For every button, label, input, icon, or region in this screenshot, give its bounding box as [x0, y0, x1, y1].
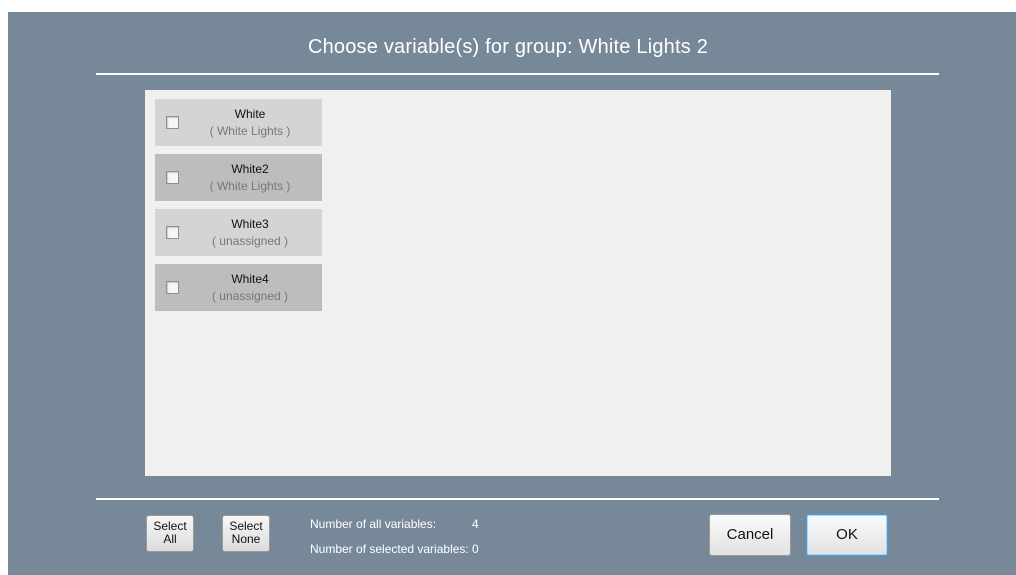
variable-name: White4	[231, 272, 269, 286]
variable-chooser-dialog: Choose variable(s) for group: White Ligh…	[8, 12, 1016, 575]
footer-divider	[96, 498, 939, 500]
all-variables-label: Number of all variables:	[310, 517, 437, 531]
variable-checkbox[interactable]	[166, 281, 179, 294]
variable-item-white2[interactable]: White2 ( White Lights )	[155, 154, 322, 201]
dialog-title: Choose variable(s) for group: White Ligh…	[307, 36, 709, 58]
select-all-button[interactable]: Select All	[146, 515, 194, 552]
variable-item-white3[interactable]: White3 ( unassigned )	[155, 209, 322, 256]
selected-variables-label: Number of selected variables:	[310, 542, 469, 556]
variable-item-white4[interactable]: White4 ( unassigned )	[155, 264, 322, 311]
all-variables-count: 4	[472, 517, 479, 531]
variable-list: White ( White Lights ) White2 ( White Li…	[145, 90, 891, 476]
variable-name: White3	[231, 217, 269, 231]
variable-name: White2	[231, 162, 269, 176]
variable-group: ( White Lights )	[209, 179, 291, 193]
ok-button[interactable]: OK	[806, 514, 888, 556]
variable-name: White	[234, 107, 266, 121]
select-all-label-line2: All	[163, 532, 177, 546]
selected-variables-count: 0	[472, 542, 479, 556]
variable-item-white[interactable]: White ( White Lights )	[155, 99, 322, 146]
variable-checkbox[interactable]	[166, 226, 179, 239]
variable-group: ( unassigned )	[211, 234, 289, 248]
variable-checkbox[interactable]	[166, 171, 179, 184]
variable-group: ( unassigned )	[211, 289, 289, 303]
select-none-button[interactable]: Select None	[222, 515, 270, 552]
variable-group: ( White Lights )	[209, 124, 291, 138]
select-none-label-line2: None	[231, 532, 261, 546]
variable-checkbox[interactable]	[166, 116, 179, 129]
title-divider	[96, 73, 939, 75]
cancel-button[interactable]: Cancel	[709, 514, 791, 556]
